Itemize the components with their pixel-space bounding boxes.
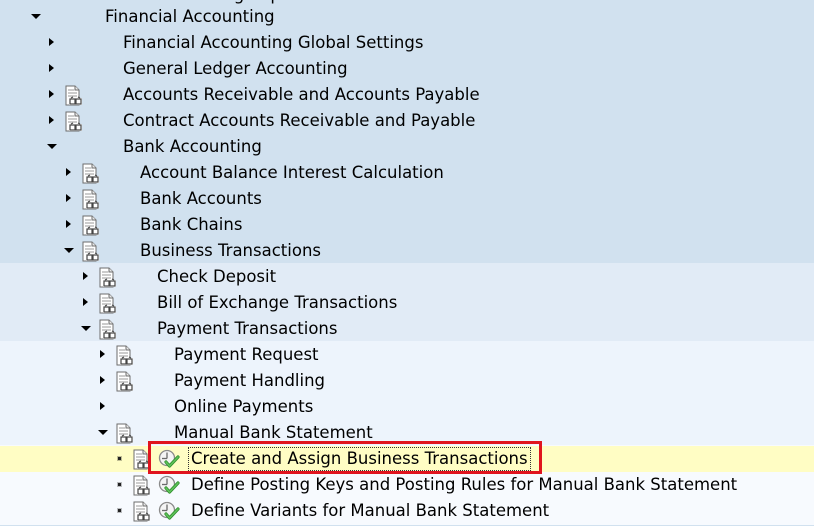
collapsed-arrow-icon[interactable] [46,30,58,56]
tree-node-label[interactable]: Accounts Receivable and Accounts Payable [123,84,480,106]
collapsed-arrow-icon[interactable] [80,264,92,290]
tree-node-business-transactions[interactable]: Business Transactions [0,238,814,264]
collapsed-arrow-icon[interactable] [46,82,58,108]
documentation-icon[interactable] [98,319,118,340]
leaf-bullet-icon [114,446,126,472]
collapsed-arrow-icon[interactable] [97,342,109,368]
collapsed-arrow-icon[interactable] [63,186,75,212]
tree-node-bank-accounting[interactable]: Bank Accounting [0,134,814,160]
execute-activity-icon[interactable] [158,501,182,521]
expanded-arrow-icon[interactable] [63,238,75,264]
tree-node-label[interactable]: Payment Transactions [157,318,337,340]
tree-node-label[interactable]: General Ledger Accounting [123,58,348,80]
collapsed-arrow-icon[interactable] [97,368,109,394]
expanded-arrow-icon[interactable] [30,4,42,30]
tree-node-general-ledger-accounting[interactable]: General Ledger Accounting [0,56,814,82]
tree-node-financial-accounting-global-settings[interactable]: Financial Accounting Global Settings [0,30,814,56]
tree-node-label[interactable]: Bank Accounting [123,136,262,158]
tree-node-label[interactable]: Online Payments [174,396,313,418]
tree-node-label[interactable]: Financial Accounting [105,6,275,28]
expanded-arrow-icon[interactable] [80,316,92,342]
tree-node-label[interactable]: Define Variants for Manual Bank Statemen… [191,500,549,522]
tree-node-bank-chains[interactable]: Bank Chains [0,212,814,238]
documentation-icon[interactable] [115,423,135,444]
execute-activity-icon[interactable] [158,449,182,469]
documentation-icon[interactable] [132,501,152,522]
collapsed-arrow-icon[interactable] [46,108,58,134]
documentation-icon[interactable] [115,345,135,366]
expanded-arrow-icon[interactable] [46,134,58,160]
execute-activity-icon[interactable] [158,475,182,495]
tree-node-label[interactable]: Create and Assign Business Transactions [188,447,531,471]
documentation-icon[interactable] [81,241,101,262]
tree-node-online-payments[interactable]: Online Payments [0,394,814,420]
tree-node-financial-accounting[interactable]: Financial Accounting [0,4,814,30]
documentation-icon[interactable] [81,189,101,210]
tree-node-define-variants-for-manual-bank-statement[interactable]: Define Variants for Manual Bank Statemen… [0,498,814,524]
tree-node-payment-handling[interactable]: Payment Handling [0,368,814,394]
tree-node-label[interactable]: Business Transactions [140,240,321,262]
tree-node-contract-accounts-receivable-and-payable[interactable]: Contract Accounts Receivable and Payable [0,108,814,134]
tree-node-label[interactable]: Bank Chains [140,214,242,236]
documentation-icon[interactable] [98,267,118,288]
collapsed-arrow-icon[interactable] [97,394,109,420]
tree-node-label[interactable]: Payment Request [174,344,319,366]
tree-node-bill-of-exchange-transactions[interactable]: Bill of Exchange Transactions [0,290,814,316]
collapsed-arrow-icon[interactable] [46,56,58,82]
leaf-bullet-icon [114,472,126,498]
tree-node-accounts-receivable-and-accounts-payable[interactable]: Accounts Receivable and Accounts Payable [0,82,814,108]
img-tree: SAP Customizing Implementation Guide Fin… [0,0,814,525]
collapsed-arrow-icon[interactable] [63,160,75,186]
collapsed-arrow-icon[interactable] [63,212,75,238]
documentation-icon[interactable] [115,371,135,392]
documentation-icon[interactable] [81,163,101,184]
documentation-icon[interactable] [98,293,118,314]
tree-node-label[interactable]: Manual Bank Statement [174,422,373,444]
tree-node-label[interactable]: Bill of Exchange Transactions [157,292,397,314]
tree-node-manual-bank-statement[interactable]: Manual Bank Statement [0,420,814,446]
tree-node-bank-accounts[interactable]: Bank Accounts [0,186,814,212]
tree-node-label[interactable]: Financial Accounting Global Settings [123,32,423,54]
tree-node-payment-transactions[interactable]: Payment Transactions [0,316,814,342]
documentation-icon[interactable] [64,111,84,132]
leaf-bullet-icon [114,498,126,524]
documentation-icon[interactable] [132,449,152,470]
tree-node-label[interactable]: Bank Accounts [140,188,262,210]
tree-node-check-deposit[interactable]: Check Deposit [0,264,814,290]
documentation-icon[interactable] [64,85,84,106]
tree-node-label[interactable]: Check Deposit [157,266,276,288]
tree-node-label[interactable]: Account Balance Interest Calculation [140,162,444,184]
expanded-arrow-icon[interactable] [97,420,109,446]
tree-node-define-posting-keys-and-posting-rules-for-manual-bank-statement[interactable]: Define Posting Keys and Posting Rules fo… [0,472,814,498]
tree-node-label[interactable]: Payment Handling [174,370,325,392]
tree-node-create-and-assign-business-transactions[interactable]: Create and Assign Business Transactions [0,446,814,472]
tree-node-label[interactable]: Contract Accounts Receivable and Payable [123,110,475,132]
documentation-icon[interactable] [81,215,101,236]
tree-node-label[interactable]: Define Posting Keys and Posting Rules fo… [191,474,737,496]
documentation-icon[interactable] [132,475,152,496]
tree-node-payment-request[interactable]: Payment Request [0,342,814,368]
tree-node-account-balance-interest-calculation[interactable]: Account Balance Interest Calculation [0,160,814,186]
collapsed-arrow-icon[interactable] [80,290,92,316]
